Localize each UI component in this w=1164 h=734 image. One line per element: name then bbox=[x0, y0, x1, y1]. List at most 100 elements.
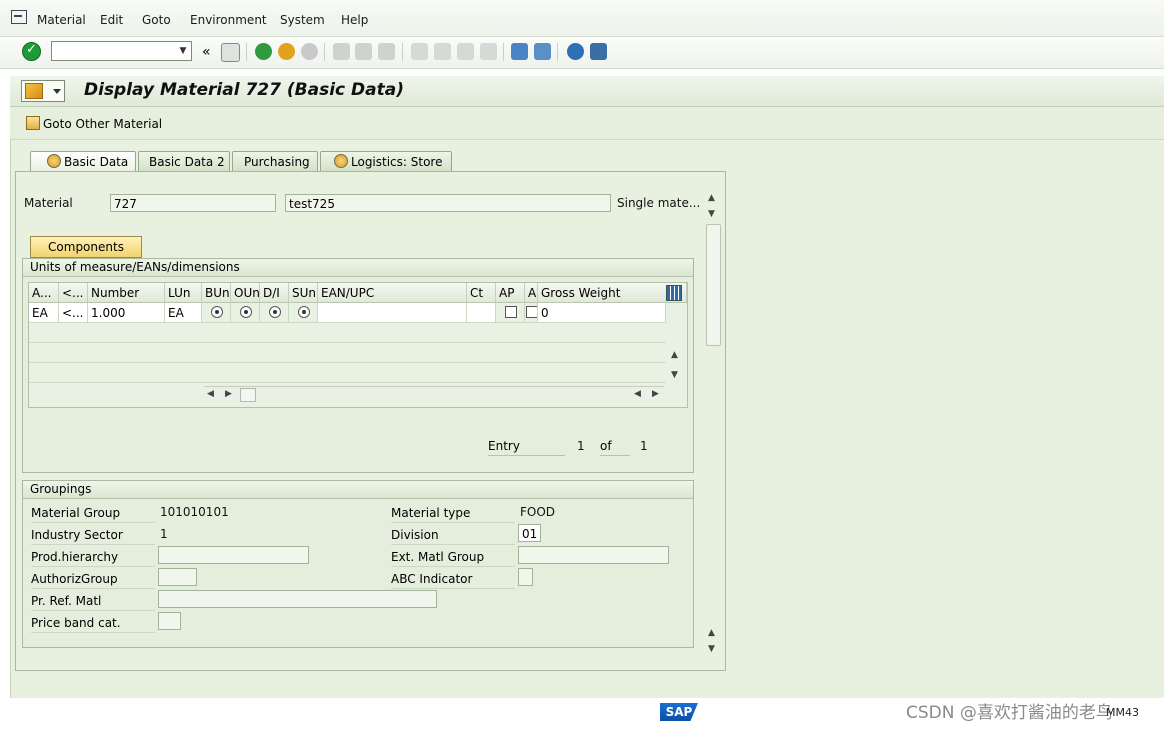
col-header[interactable]: Number bbox=[88, 283, 165, 303]
exit-icon[interactable] bbox=[278, 43, 295, 60]
scroll-left-icon[interactable]: ◀ bbox=[634, 389, 641, 399]
menu-goto[interactable]: Goto bbox=[142, 13, 171, 27]
scroll-right-icon[interactable]: ▶ bbox=[225, 389, 232, 399]
material-group-value: 101010101 bbox=[160, 505, 229, 519]
scroll-up-icon[interactable]: ▲ bbox=[708, 628, 715, 638]
save-icon[interactable] bbox=[221, 43, 240, 62]
back-icon[interactable] bbox=[255, 43, 272, 60]
ext-matl-group-label: Ext. Matl Group bbox=[391, 547, 515, 567]
table-cell[interactable]: <... bbox=[59, 303, 88, 323]
previous-page-icon[interactable] bbox=[434, 43, 451, 60]
a-checkbox[interactable] bbox=[525, 303, 538, 323]
table-row[interactable] bbox=[29, 363, 666, 383]
col-header[interactable]: BUn bbox=[202, 283, 231, 303]
tab-basic-data[interactable]: Basic Data bbox=[30, 151, 136, 172]
next-page-icon[interactable] bbox=[457, 43, 474, 60]
table-row[interactable] bbox=[29, 323, 666, 343]
table-cell[interactable] bbox=[467, 303, 496, 323]
menu-material[interactable]: Material bbox=[37, 13, 86, 27]
shortcut-icon[interactable] bbox=[534, 43, 551, 60]
system-menu-icon[interactable] bbox=[11, 10, 27, 24]
table-cell[interactable]: 0 bbox=[538, 303, 666, 323]
menu-help[interactable]: Help bbox=[341, 13, 368, 27]
col-header[interactable]: AP bbox=[496, 283, 525, 303]
table-cell[interactable]: EA bbox=[29, 303, 59, 323]
groupings-title: Groupings bbox=[23, 481, 693, 499]
enter-check-icon[interactable] bbox=[22, 42, 41, 61]
scroll-thumb[interactable] bbox=[240, 388, 256, 402]
collapse-icon[interactable]: « bbox=[202, 44, 211, 60]
customize-layout-icon[interactable] bbox=[590, 43, 607, 60]
panel-vertical-scrollbar[interactable]: ▲ ▼ ▲ ▼ bbox=[706, 190, 721, 658]
find-icon[interactable] bbox=[355, 43, 372, 60]
col-header[interactable]: OUn bbox=[231, 283, 260, 303]
chevron-down-icon[interactable]: ▼ bbox=[175, 42, 191, 60]
col-header[interactable]: Gross Weight bbox=[538, 283, 687, 303]
table-vertical-scrollbar[interactable]: ▲ ▼ bbox=[668, 342, 682, 382]
menu-environment[interactable]: Environment bbox=[190, 13, 267, 27]
col-header[interactable]: D/I bbox=[260, 283, 289, 303]
tab-basic-data-2[interactable]: Basic Data 2 bbox=[138, 151, 230, 171]
col-header[interactable]: A... bbox=[29, 283, 59, 303]
tab-status-icon bbox=[334, 154, 348, 168]
oun-radio[interactable] bbox=[231, 303, 260, 323]
object-services-icon[interactable] bbox=[21, 80, 65, 102]
material-number-field[interactable]: 727 bbox=[110, 194, 276, 212]
prod-hierarchy-field[interactable] bbox=[158, 546, 309, 564]
abc-indicator-field[interactable] bbox=[518, 568, 533, 586]
col-header[interactable]: LUn bbox=[165, 283, 202, 303]
col-header[interactable]: A bbox=[525, 283, 538, 303]
material-description-field[interactable]: test725 bbox=[285, 194, 611, 212]
scroll-thumb[interactable] bbox=[706, 224, 721, 346]
help-icon[interactable] bbox=[567, 43, 584, 60]
col-header[interactable]: Ct bbox=[467, 283, 496, 303]
scroll-down-icon[interactable]: ▼ bbox=[708, 644, 715, 654]
tab-logistics-store[interactable]: Logistics: Store bbox=[320, 151, 452, 171]
command-field[interactable]: ▼ bbox=[51, 41, 192, 61]
col-header[interactable]: <... bbox=[59, 283, 88, 303]
table-row[interactable] bbox=[29, 343, 666, 363]
table-cell[interactable]: EA bbox=[165, 303, 202, 323]
division-label: Division bbox=[391, 525, 515, 545]
print-icon[interactable] bbox=[333, 43, 350, 60]
scroll-up-icon[interactable]: ▲ bbox=[708, 193, 715, 203]
scroll-left-icon[interactable]: ◀ bbox=[207, 389, 214, 399]
table-horizontal-scrollbar[interactable]: ◀ ▶ ◀ ▶ bbox=[204, 386, 664, 402]
table-cell[interactable] bbox=[318, 303, 467, 323]
column-settings-icon[interactable] bbox=[666, 285, 682, 301]
menu-edit[interactable]: Edit bbox=[100, 13, 123, 27]
cancel-icon[interactable] bbox=[301, 43, 318, 60]
col-header[interactable]: SUn bbox=[289, 283, 318, 303]
uom-group-title: Units of measure/EANs/dimensions bbox=[23, 259, 693, 277]
price-band-field[interactable] bbox=[158, 612, 181, 630]
pr-ref-matl-field[interactable] bbox=[158, 590, 437, 608]
goto-icon bbox=[26, 116, 40, 130]
price-band-label: Price band cat. bbox=[31, 613, 155, 633]
division-field[interactable]: 01 bbox=[518, 524, 541, 542]
authoriz-group-field[interactable] bbox=[158, 568, 197, 586]
ap-checkbox[interactable] bbox=[496, 303, 525, 323]
scroll-right-icon[interactable]: ▶ bbox=[652, 389, 659, 399]
standard-toolbar: ▼ « bbox=[0, 37, 1164, 69]
col-header[interactable]: EAN/UPC bbox=[318, 283, 467, 303]
of-label: of bbox=[600, 439, 630, 456]
scroll-up-icon[interactable]: ▲ bbox=[671, 350, 678, 360]
di-radio[interactable] bbox=[260, 303, 289, 323]
command-input[interactable] bbox=[52, 42, 176, 58]
table-cell[interactable]: 1.000 bbox=[88, 303, 165, 323]
tab-purchasing[interactable]: Purchasing bbox=[232, 151, 318, 171]
find-next-icon[interactable] bbox=[378, 43, 395, 60]
material-label: Material bbox=[24, 196, 73, 210]
last-page-icon[interactable] bbox=[480, 43, 497, 60]
create-session-icon[interactable] bbox=[511, 43, 528, 60]
goto-other-material-button[interactable]: Goto Other Material bbox=[26, 116, 162, 131]
ext-matl-group-field[interactable] bbox=[518, 546, 669, 564]
scroll-down-icon[interactable]: ▼ bbox=[708, 209, 715, 219]
menu-system[interactable]: System bbox=[280, 13, 325, 27]
scroll-down-icon[interactable]: ▼ bbox=[671, 370, 678, 380]
sun-radio[interactable] bbox=[289, 303, 318, 323]
first-page-icon[interactable] bbox=[411, 43, 428, 60]
components-button[interactable]: Components bbox=[30, 236, 142, 258]
entry-label: Entry bbox=[488, 439, 565, 456]
bun-radio[interactable] bbox=[202, 303, 231, 323]
